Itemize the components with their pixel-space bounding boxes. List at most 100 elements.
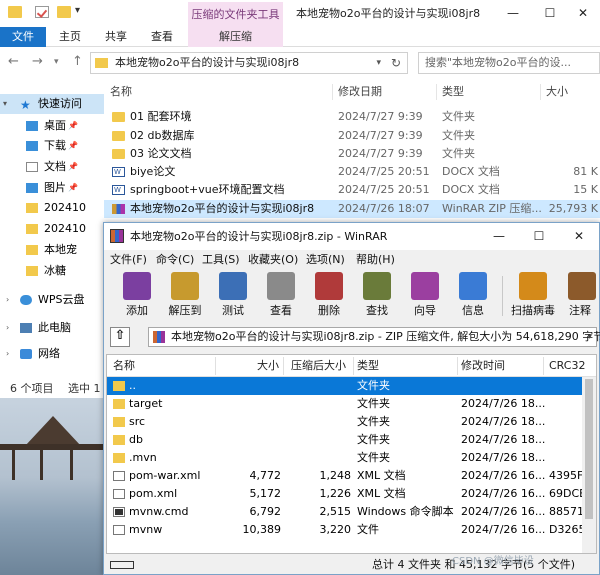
column-modified[interactable]: 修改时间 bbox=[461, 355, 505, 377]
tab-extract[interactable]: 解压缩 bbox=[188, 27, 283, 47]
column-divider[interactable] bbox=[543, 357, 544, 375]
column-divider[interactable] bbox=[283, 357, 284, 375]
recent-dropdown-icon[interactable]: ▾ bbox=[54, 57, 59, 67]
nav-item-this-pc[interactable]: › 此电脑 bbox=[0, 318, 104, 338]
column-type[interactable]: 类型 bbox=[442, 82, 464, 102]
chevron-down-icon[interactable]: ▾ bbox=[376, 53, 381, 73]
maximize-button[interactable]: ☐ bbox=[533, 0, 567, 27]
chevron-right-icon[interactable]: › bbox=[6, 318, 9, 338]
minimize-button[interactable]: — bbox=[479, 223, 519, 250]
address-bar[interactable]: 本地宠物o2o平台的设计与实现i08jr8 ▾ ↻ bbox=[90, 52, 408, 74]
archive-list-header: 名称 大小 压缩后大小 类型 修改时间 CRC32 bbox=[107, 355, 596, 377]
nav-item-quick-access[interactable]: ▾ ★ 快速访问 bbox=[0, 94, 104, 114]
file-row-selected[interactable]: 本地宠物o2o平台的设计与实现i08jr8 2024/7/26 18:07 Wi… bbox=[104, 200, 600, 218]
comment-button[interactable]: 注释 bbox=[562, 272, 598, 320]
up-icon[interactable]: ↑ bbox=[72, 54, 83, 69]
delete-button[interactable]: 删除 bbox=[306, 272, 352, 320]
nav-item-network[interactable]: › 网络 bbox=[0, 344, 104, 364]
close-button[interactable]: ✕ bbox=[559, 223, 599, 250]
refresh-icon[interactable]: ↻ bbox=[391, 53, 401, 73]
minimize-button[interactable]: — bbox=[496, 0, 530, 27]
quick-access-dropdown-icon[interactable]: ▾ bbox=[75, 5, 80, 16]
file-name: 03 论文文档 bbox=[130, 147, 192, 160]
file-size: 15 K bbox=[573, 183, 598, 196]
nav-item-desktop[interactable]: 桌面 📌 bbox=[0, 116, 104, 136]
info-button[interactable]: 信息 bbox=[450, 272, 496, 320]
file-row[interactable]: springboot+vue环境配置文档 2024/7/25 20:51 DOC… bbox=[104, 181, 600, 199]
column-divider[interactable] bbox=[457, 357, 458, 375]
column-size[interactable]: 大小 bbox=[546, 82, 568, 102]
test-button[interactable]: 测试 bbox=[210, 272, 256, 320]
archive-path-field[interactable]: 本地宠物o2o平台的设计与实现i08jr8.zip - ZIP 压缩文件, 解包… bbox=[148, 327, 600, 347]
nav-item-folder-3[interactable]: 本地宠 bbox=[0, 240, 104, 260]
chevron-right-icon[interactable]: › bbox=[6, 344, 9, 364]
folder-icon[interactable] bbox=[8, 6, 22, 18]
up-folder-button[interactable]: ⇧ bbox=[110, 327, 130, 347]
new-folder-icon[interactable] bbox=[57, 6, 71, 18]
scrollbar-thumb[interactable] bbox=[585, 379, 593, 519]
archive-row[interactable]: pom.xml 5,172 1,226 XML 文档 2024/7/26 16.… bbox=[107, 485, 586, 503]
archive-row[interactable]: .mvn 文件夹 2024/7/26 18... bbox=[107, 449, 582, 467]
menu-file[interactable]: 文件(F) bbox=[110, 250, 147, 270]
nav-item-pictures[interactable]: 图片 📌 bbox=[0, 178, 104, 198]
forward-icon[interactable]: → bbox=[32, 54, 43, 69]
tab-home[interactable]: 主页 bbox=[58, 27, 82, 47]
wizard-button[interactable]: 向导 bbox=[402, 272, 448, 320]
file-row[interactable]: 01 配套环境 2024/7/27 9:39 文件夹 bbox=[104, 108, 600, 126]
nav-item-folder-4[interactable]: 冰糖 bbox=[0, 261, 104, 281]
scan-virus-button[interactable]: 扫描病毒 bbox=[508, 272, 558, 320]
nav-item-downloads[interactable]: 下载 📌 bbox=[0, 136, 104, 156]
close-button[interactable]: ✕ bbox=[566, 0, 600, 27]
nav-item-folder-2[interactable]: 202410 bbox=[0, 219, 104, 239]
menu-tools[interactable]: 工具(S) bbox=[202, 250, 240, 270]
archive-row[interactable]: pom-war.xml 4,772 1,248 XML 文档 2024/7/26… bbox=[107, 467, 583, 485]
file-row[interactable]: biye论文 2024/7/25 20:51 DOCX 文档 81 K bbox=[104, 163, 600, 181]
folder-icon bbox=[26, 266, 38, 276]
column-divider[interactable] bbox=[540, 84, 541, 100]
tool-label: 解压到 bbox=[168, 304, 202, 317]
archive-row[interactable]: mvnw.cmd 6,792 2,515 Windows 命令脚本 2024/7… bbox=[107, 503, 584, 521]
archive-row[interactable]: target 文件夹 2024/7/26 18... bbox=[107, 395, 582, 413]
column-divider[interactable] bbox=[353, 357, 354, 375]
view-button[interactable]: 查看 bbox=[258, 272, 304, 320]
folder-icon bbox=[113, 453, 125, 463]
menu-options[interactable]: 选项(N) bbox=[306, 250, 345, 270]
chevron-right-icon[interactable]: › bbox=[6, 290, 9, 310]
tab-share[interactable]: 共享 bbox=[104, 27, 128, 47]
chevron-down-icon[interactable]: ▾ bbox=[587, 328, 592, 346]
column-type[interactable]: 类型 bbox=[357, 355, 379, 377]
file-row[interactable]: 03 论文文档 2024/7/27 9:39 文件夹 bbox=[104, 145, 600, 163]
file-type: 文件夹 bbox=[442, 147, 475, 160]
column-divider[interactable] bbox=[332, 84, 333, 100]
tab-file[interactable]: 文件 bbox=[0, 27, 46, 47]
back-icon[interactable]: ← bbox=[8, 54, 19, 69]
column-packed-size[interactable]: 压缩后大小 bbox=[291, 355, 346, 377]
find-button[interactable]: 查找 bbox=[354, 272, 400, 320]
nav-item-documents[interactable]: 文档 📌 bbox=[0, 157, 104, 177]
archive-row[interactable]: mvnw 10,389 3,220 文件 2024/7/26 16... D32… bbox=[107, 521, 585, 539]
drive-icon[interactable] bbox=[110, 561, 134, 569]
menu-commands[interactable]: 命令(C) bbox=[156, 250, 194, 270]
menu-favorites[interactable]: 收藏夹(O) bbox=[248, 250, 298, 270]
properties-icon[interactable] bbox=[35, 6, 49, 18]
file-row[interactable]: 02 db数据库 2024/7/27 9:39 文件夹 bbox=[104, 127, 600, 145]
menu-help[interactable]: 帮助(H) bbox=[356, 250, 395, 270]
archive-row[interactable]: src 文件夹 2024/7/26 18... bbox=[107, 413, 582, 431]
extract-to-button[interactable]: 解压到 bbox=[162, 272, 208, 320]
archive-row-selected[interactable]: .. 文件夹 bbox=[107, 377, 582, 395]
column-size[interactable]: 大小 bbox=[257, 355, 279, 377]
nav-item-folder-1[interactable]: 202410 bbox=[0, 198, 104, 218]
add-button[interactable]: 添加 bbox=[114, 272, 160, 320]
column-crc32[interactable]: CRC32 bbox=[549, 355, 585, 377]
maximize-button[interactable]: ☐ bbox=[519, 223, 559, 250]
archive-row[interactable]: db 文件夹 2024/7/26 18... bbox=[107, 431, 582, 449]
column-date[interactable]: 修改日期 bbox=[338, 82, 382, 102]
column-divider[interactable] bbox=[215, 357, 216, 375]
tab-view[interactable]: 查看 bbox=[150, 27, 174, 47]
nav-item-wps-cloud[interactable]: › WPS云盘 bbox=[0, 290, 104, 310]
column-name[interactable]: 名称 bbox=[110, 82, 132, 102]
column-name[interactable]: 名称 bbox=[113, 355, 135, 377]
column-divider[interactable] bbox=[436, 84, 437, 100]
search-input[interactable]: 搜索"本地宠物o2o平台的设... bbox=[418, 52, 600, 74]
chevron-down-icon[interactable]: ▾ bbox=[3, 94, 7, 114]
